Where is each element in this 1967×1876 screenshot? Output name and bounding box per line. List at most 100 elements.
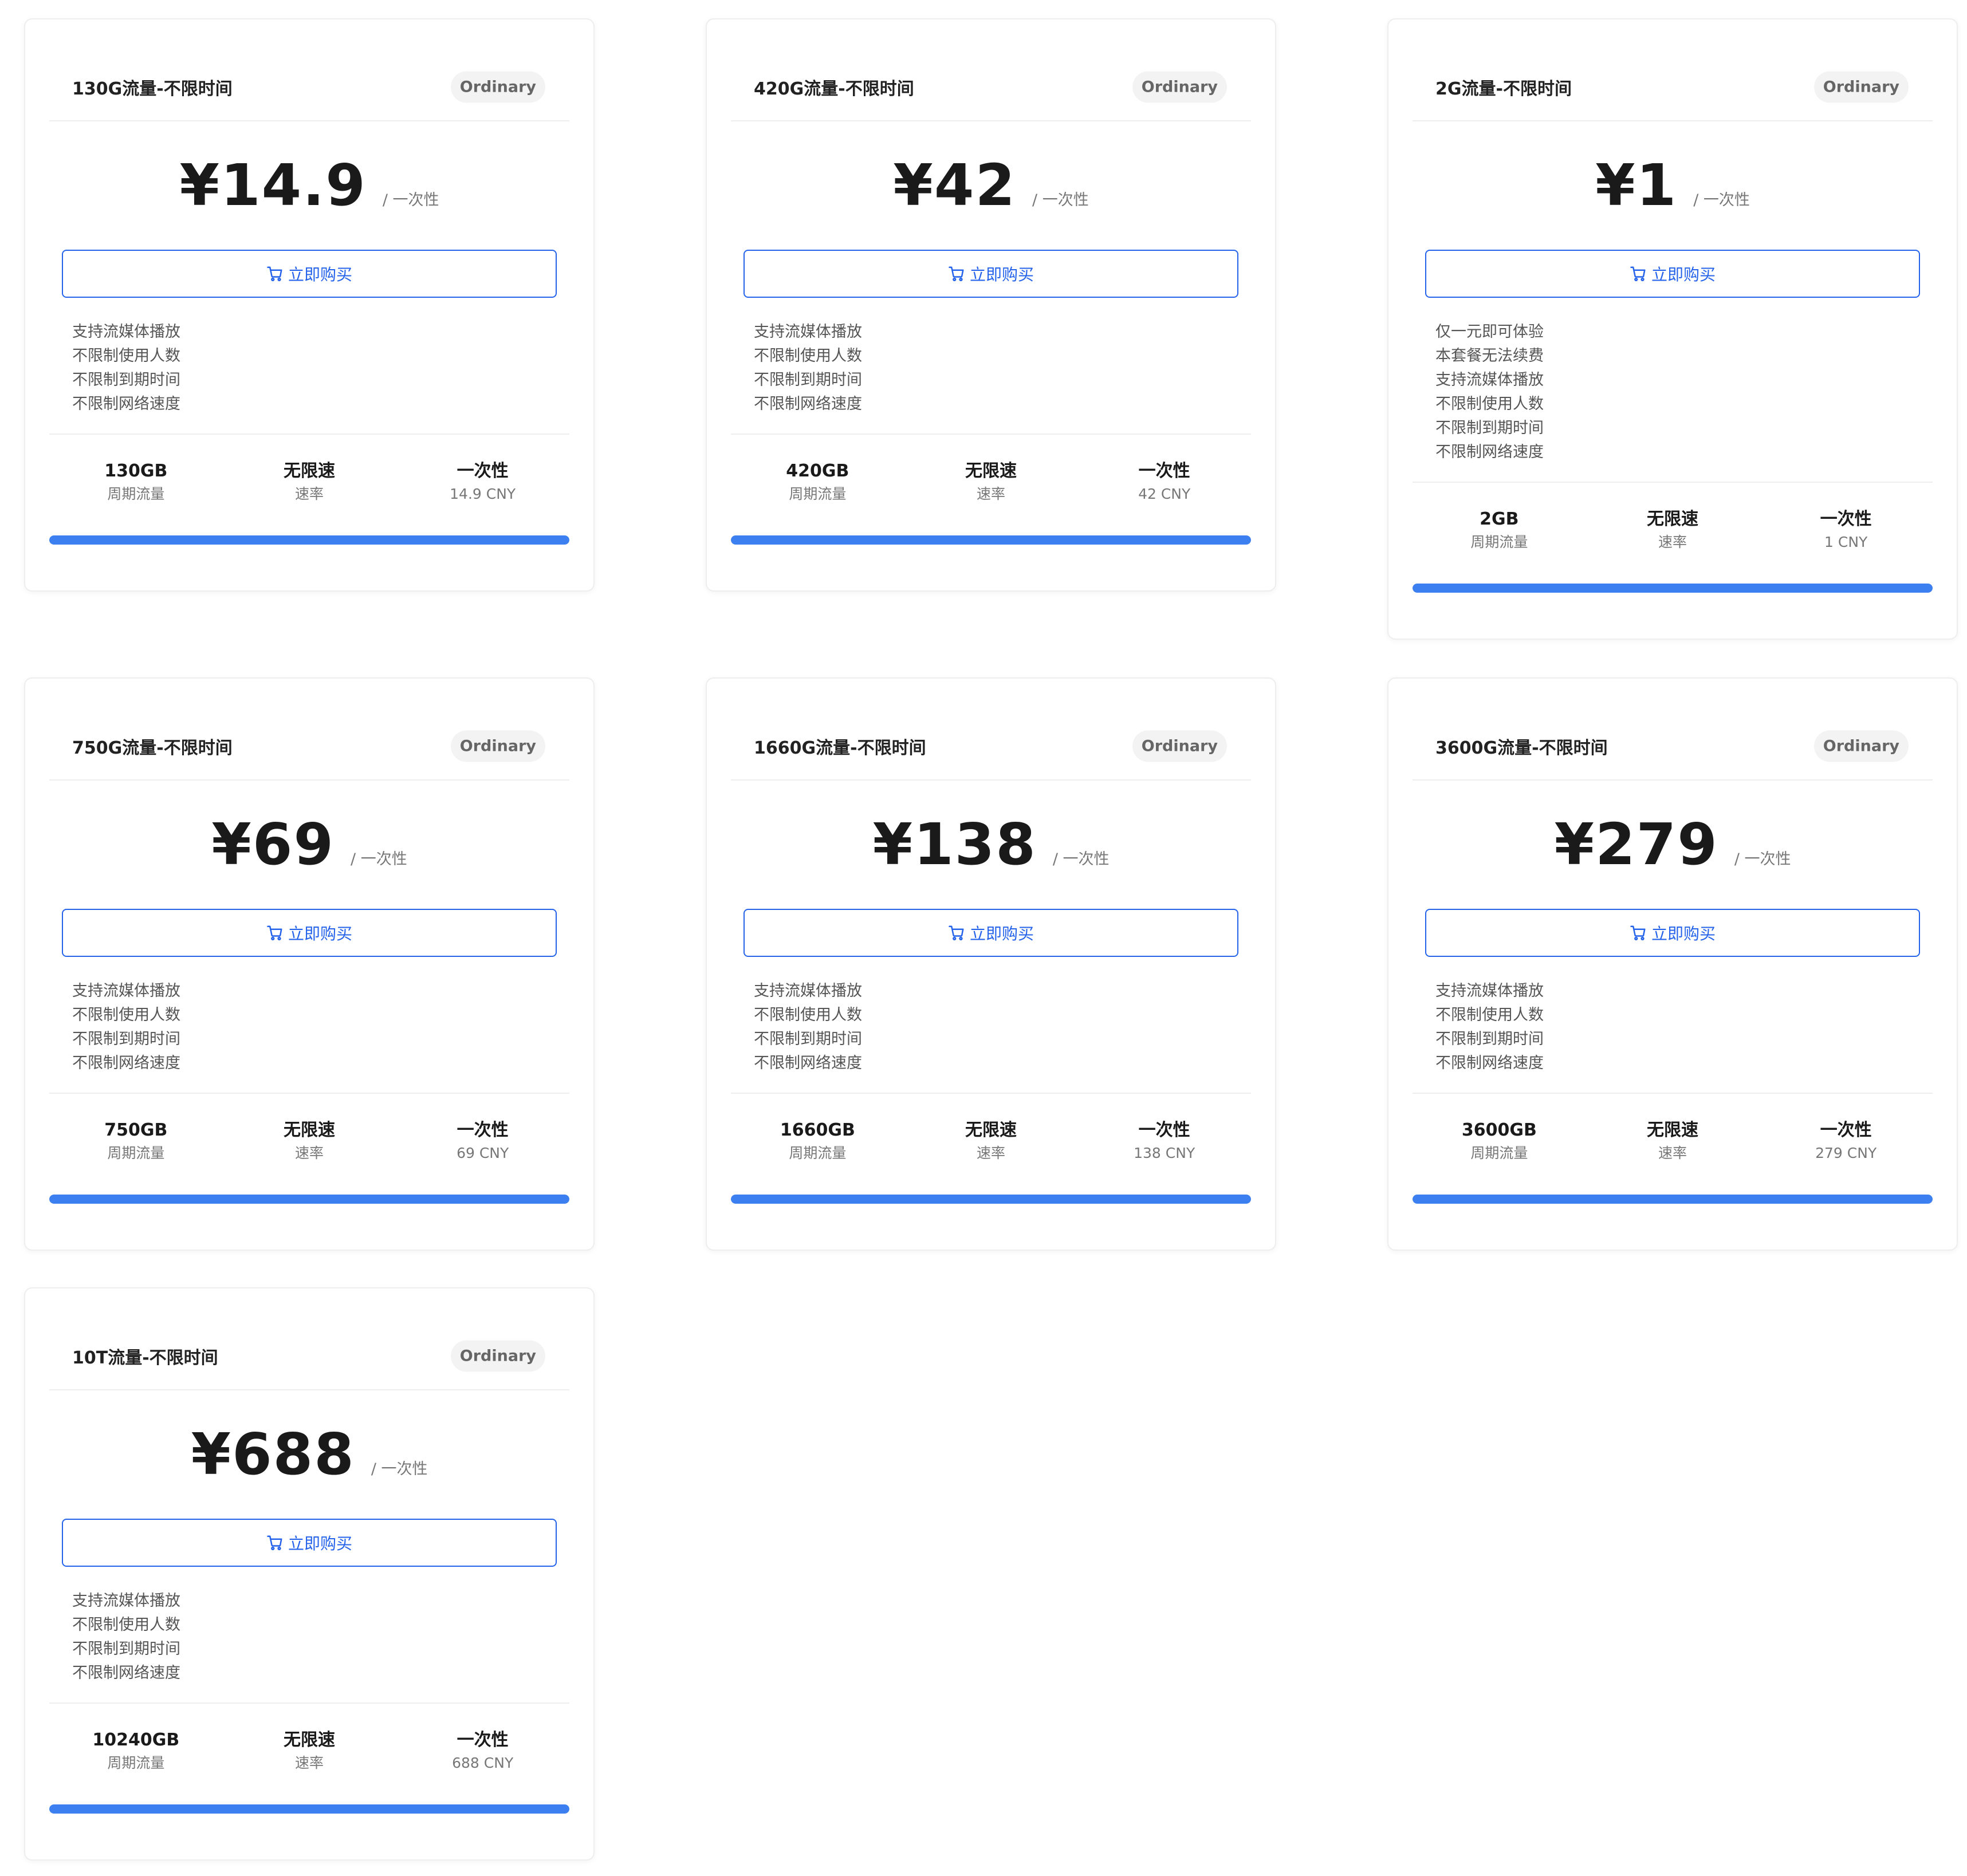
stat-label: 14.9 CNY	[450, 486, 516, 502]
stat-label: 速率	[977, 1145, 1006, 1161]
buy-now-label: 立即购买	[1651, 265, 1716, 284]
stat-value: 1660GB	[780, 1120, 855, 1140]
price-row: ¥279 / 一次性	[1388, 799, 1957, 890]
stats-divider	[731, 433, 1251, 435]
stats-divider	[49, 1702, 569, 1704]
stat-label: 69 CNY	[457, 1145, 509, 1161]
buy-now-button[interactable]: 立即购买	[1425, 250, 1920, 298]
stat-label: 周期流量	[107, 1755, 165, 1771]
plan-card: 10T流量-不限时间 Ordinary ¥688 / 一次性 立即购买 支持流媒…	[24, 1287, 595, 1861]
stat-value: 一次性	[1820, 1120, 1872, 1140]
stat-speed: 无限速 速率	[904, 459, 1078, 522]
feature-item: 不限制使用人数	[72, 1006, 180, 1024]
stat-value: 无限速	[284, 1120, 335, 1140]
progress-fill	[1413, 584, 1933, 593]
feature-item: 仅一元即可体验	[1435, 323, 1544, 341]
feature-list: 支持流媒体播放 不限制使用人数 不限制到期时间 不限制网络速度	[72, 320, 180, 416]
card-header: 750G流量-不限时间 Ordinary	[49, 679, 569, 781]
card-header: 3600G流量-不限时间 Ordinary	[1413, 679, 1933, 781]
stat-value: 一次性	[457, 1730, 509, 1750]
feature-item: 不限制到期时间	[1435, 419, 1544, 437]
plan-card: 2G流量-不限时间 Ordinary ¥1 / 一次性 立即购买 仅一元即可体验…	[1387, 18, 1958, 640]
stat-value: 无限速	[1647, 509, 1698, 529]
cart-icon	[949, 925, 964, 941]
feature-item: 不限制网络速度	[754, 395, 862, 413]
feature-list: 支持流媒体播放 不限制使用人数 不限制到期时间 不限制网络速度	[1435, 979, 1544, 1075]
buy-now-label: 立即购买	[288, 1534, 352, 1553]
feature-item: 不限制使用人数	[72, 347, 180, 365]
stat-label: 1 CNY	[1824, 534, 1868, 550]
stat-billing: 一次性 688 CNY	[396, 1728, 569, 1791]
plan-badge: Ordinary	[1132, 71, 1227, 103]
plan-title: 130G流量-不限时间	[72, 79, 233, 99]
progress-bar	[49, 1195, 569, 1204]
price-period: / 一次性	[371, 1460, 428, 1478]
stat-billing: 一次性 14.9 CNY	[396, 459, 569, 522]
stat-label: 周期流量	[789, 486, 847, 502]
progress-fill	[731, 1195, 1251, 1204]
feature-item: 不限制到期时间	[72, 1640, 180, 1658]
buy-now-button[interactable]: 立即购买	[62, 909, 557, 957]
progress-bar	[731, 1195, 1251, 1204]
progress-bar	[731, 535, 1251, 545]
stat-billing: 一次性 42 CNY	[1077, 459, 1251, 522]
stat-value: 420GB	[786, 461, 849, 481]
cart-icon	[1630, 925, 1646, 941]
stat-value: 无限速	[284, 1730, 335, 1750]
stat-billing: 一次性 69 CNY	[396, 1118, 569, 1181]
price-period: / 一次性	[382, 191, 439, 209]
cart-icon	[1630, 266, 1646, 282]
feature-list: 仅一元即可体验 本套餐无法续费 支持流媒体播放 不限制使用人数 不限制到期时间 不限制网络…	[1435, 320, 1544, 464]
stat-speed: 无限速 速率	[1586, 507, 1760, 570]
stat-value: 一次性	[1138, 461, 1190, 481]
plan-badge: Ordinary	[1132, 730, 1227, 762]
buy-now-button[interactable]: 立即购买	[743, 250, 1238, 298]
stat-value: 无限速	[965, 461, 1017, 481]
buy-now-button[interactable]: 立即购买	[62, 1519, 557, 1567]
buy-now-label: 立即购买	[1651, 924, 1716, 943]
stat-value: 130GB	[104, 461, 168, 481]
feature-item: 不限制使用人数	[754, 347, 862, 365]
feature-list: 支持流媒体播放 不限制使用人数 不限制到期时间 不限制网络速度	[754, 979, 862, 1075]
stat-label: 周期流量	[1470, 534, 1528, 550]
plan-stats: 750GB 周期流量 无限速 速率 一次性 69 CNY	[49, 1118, 569, 1181]
buy-now-button[interactable]: 立即购买	[62, 250, 557, 298]
price-row: ¥69 / 一次性	[25, 799, 593, 890]
stat-value: 一次性	[1138, 1120, 1190, 1140]
feature-item: 不限制使用人数	[754, 1006, 862, 1024]
progress-bar	[1413, 1195, 1933, 1204]
price-row: ¥14.9 / 一次性	[25, 140, 593, 231]
plan-price: ¥1	[1595, 152, 1678, 219]
plan-stats: 3600GB 周期流量 无限速 速率 一次性 279 CNY	[1413, 1118, 1933, 1181]
stat-speed: 无限速 速率	[223, 1118, 396, 1181]
progress-bar	[1413, 584, 1933, 593]
buy-now-button[interactable]: 立即购买	[743, 909, 1238, 957]
cart-icon	[267, 266, 282, 282]
progress-bar	[49, 535, 569, 545]
plan-price: ¥279	[1554, 811, 1718, 878]
feature-item: 支持流媒体播放	[1435, 982, 1544, 1000]
feature-item: 不限制到期时间	[754, 371, 862, 389]
plan-title: 1660G流量-不限时间	[754, 738, 926, 758]
stat-billing: 一次性 279 CNY	[1759, 1118, 1933, 1181]
feature-item: 支持流媒体播放	[1435, 371, 1544, 389]
plan-stats: 130GB 周期流量 无限速 速率 一次性 14.9 CNY	[49, 459, 569, 522]
stat-label: 速率	[1658, 1145, 1687, 1161]
stat-speed: 无限速 速率	[223, 1728, 396, 1791]
buy-now-button[interactable]: 立即购买	[1425, 909, 1920, 957]
cart-icon	[949, 266, 964, 282]
stat-value: 无限速	[284, 461, 335, 481]
stat-label: 速率	[295, 1755, 324, 1771]
plan-stats: 1660GB 周期流量 无限速 速率 一次性 138 CNY	[731, 1118, 1251, 1181]
stat-speed: 无限速 速率	[904, 1118, 1078, 1181]
price-row: ¥688 / 一次性	[25, 1409, 593, 1500]
card-header: 130G流量-不限时间 Ordinary	[49, 19, 569, 121]
stat-traffic: 10240GB 周期流量	[49, 1728, 223, 1791]
feature-list: 支持流媒体播放 不限制使用人数 不限制到期时间 不限制网络速度	[72, 1589, 180, 1685]
stat-label: 速率	[977, 486, 1006, 502]
buy-now-label: 立即购买	[288, 924, 352, 943]
feature-item: 本套餐无法续费	[1435, 347, 1544, 365]
stat-value: 750GB	[104, 1120, 168, 1140]
plan-title: 3600G流量-不限时间	[1435, 738, 1608, 758]
price-row: ¥1 / 一次性	[1388, 140, 1957, 231]
